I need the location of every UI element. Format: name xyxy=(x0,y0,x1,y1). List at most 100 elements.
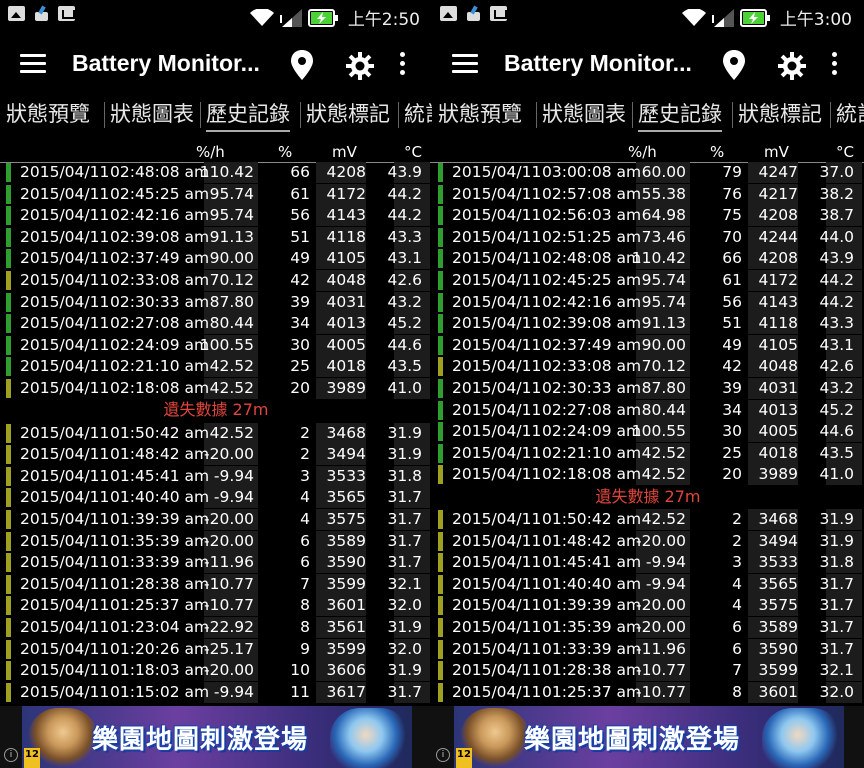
table-row[interactable]: 2015/04/11 03:00:08 am 60.00 79 4247 37.0 xyxy=(432,162,864,183)
table-row[interactable]: 2015/04/11 02:33:08 am 70.12 42 4048 42.6 xyxy=(432,356,864,378)
table-row[interactable]: 2015/04/11 01:40:40 am -9.94 4 3565 31.7 xyxy=(432,573,864,595)
percent-cell: 2 xyxy=(732,531,742,550)
tab-item[interactable]: 狀態標記 xyxy=(306,98,390,130)
table-row[interactable]: 2015/04/11 01:48:42 am -20.00 2 3494 31.9 xyxy=(432,530,864,552)
table-row[interactable]: 2015/04/11 02:37:49 am 90.00 49 4105 43.1 xyxy=(0,248,432,270)
table-row[interactable]: 2015/04/11 01:25:37 am -10.77 8 3601 32.0 xyxy=(432,681,864,703)
table-row[interactable]: 2015/04/11 02:24:09 am 100.55 30 4005 44.6 xyxy=(0,334,432,356)
table-row[interactable]: 2015/04/11 02:45:25 am 95.74 61 4172 44.2 xyxy=(432,270,864,291)
tab-item[interactable]: 狀態標記 xyxy=(738,98,822,130)
table-row[interactable]: 2015/04/11 01:50:42 am 42.52 2 3468 31.9 xyxy=(432,509,864,530)
rate-cell: -20.00 xyxy=(636,531,686,550)
table-row[interactable]: 2015/04/11 01:40:40 am -9.94 4 3565 31.7 xyxy=(0,487,432,509)
table-row[interactable]: 2015/04/11 02:42:16 am 95.74 56 4143 44.2 xyxy=(0,205,432,227)
table-row[interactable]: 2015/04/11 02:57:08 am 55.38 76 4217 38.2 xyxy=(432,183,864,205)
rate-cell: 70.12 xyxy=(641,357,686,376)
table-row[interactable]: 2015/04/11 02:56:03 am 64.98 75 4208 38.7 xyxy=(432,205,864,227)
table-row[interactable]: 2015/04/11 02:27:08 am 80.44 34 4013 45.2 xyxy=(432,399,864,421)
date-cell: 2015/04/11 xyxy=(452,271,542,289)
temperature-cell: 38.7 xyxy=(819,206,854,225)
tab-item[interactable]: 歷史記錄 xyxy=(638,98,722,132)
table-row[interactable]: 2015/04/11 01:33:39 am -11.96 6 3590 31.7 xyxy=(432,638,864,660)
table-row[interactable]: 2015/04/11 02:39:08 am 91.13 51 4118 43.3 xyxy=(432,313,864,335)
ad-banner[interactable]: 樂園地圖刺激登場 i 12 xyxy=(432,706,864,768)
table-row[interactable]: 2015/04/11 01:50:42 am 42.52 2 3468 31.9 xyxy=(0,422,432,444)
table-row[interactable]: 2015/04/11 02:21:10 am 42.52 25 4018 43.5 xyxy=(432,442,864,464)
menu-icon[interactable] xyxy=(20,54,46,74)
tab-item[interactable]: 狀態圖表 xyxy=(110,98,194,130)
table-row[interactable]: 2015/04/11 01:45:41 am -9.94 3 3533 31.8 xyxy=(432,552,864,574)
table-row[interactable]: 2015/04/11 02:39:08 am 91.13 51 4118 43.3 xyxy=(0,226,432,248)
time-cell: 02:56:03 am xyxy=(542,206,642,225)
date-cell: 2015/04/11 xyxy=(20,639,110,658)
table-row[interactable]: 2015/04/11 02:24:09 am 100.55 30 4005 44.6 xyxy=(432,421,864,443)
date-cell: 2015/04/11 xyxy=(20,314,110,333)
table-row[interactable]: 2015/04/11 02:30:33 am 87.80 39 4031 43.2 xyxy=(432,378,864,399)
tab-item[interactable]: 狀態預覽 xyxy=(438,98,522,130)
percent-cell: 2 xyxy=(732,510,742,528)
percent-cell: 56 xyxy=(722,292,742,311)
table-row[interactable]: 2015/04/11 01:23:04 am -22.92 8 3561 31.9 xyxy=(0,617,432,638)
table-row[interactable]: 2015/04/11 01:28:38 am -10.77 7 3599 32.1 xyxy=(0,573,432,595)
date-cell: 2015/04/11 xyxy=(20,510,110,528)
table-row[interactable]: 2015/04/11 01:25:37 am -10.77 8 3601 32.0 xyxy=(0,595,432,617)
rate-cell: 42.52 xyxy=(209,423,254,442)
table-row[interactable]: 2015/04/11 02:42:16 am 95.74 56 4143 44.2 xyxy=(432,291,864,313)
voltage-cell: 4048 xyxy=(326,271,366,289)
table-row[interactable]: 2015/04/11 02:48:08 am 110.42 66 4208 43.9 xyxy=(432,248,864,270)
location-pin-icon[interactable] xyxy=(291,50,313,80)
table-row[interactable]: 2015/04/11 02:30:33 am 87.80 39 4031 43.2 xyxy=(0,291,432,313)
table-row[interactable]: 2015/04/11 01:33:39 am -11.96 6 3590 31.7 xyxy=(0,552,432,574)
tab-item[interactable]: 歷史記錄 xyxy=(206,98,290,132)
table-row[interactable]: 2015/04/11 02:33:08 am 70.12 42 4048 42.6 xyxy=(0,270,432,291)
level-bar xyxy=(6,379,11,398)
table-row[interactable]: 2015/04/11 02:51:25 am 73.46 70 4244 44.0 xyxy=(432,226,864,248)
table-row[interactable]: 2015/04/11 01:39:39 am -20.00 4 3575 31.7 xyxy=(0,509,432,530)
overflow-menu-icon[interactable] xyxy=(832,52,838,78)
gallery-notification-icon xyxy=(440,6,457,21)
voltage-cell: 3590 xyxy=(326,553,366,572)
rate-cell: 90.00 xyxy=(209,249,254,268)
table-row[interactable]: 2015/04/11 01:45:41 am -9.94 3 3533 31.8 xyxy=(0,465,432,487)
ad-info-icon[interactable]: i xyxy=(436,748,450,762)
table-row[interactable]: 2015/04/11 02:18:08 am 42.52 20 3989 41.0 xyxy=(0,378,432,399)
status-time: 上午2:50 xyxy=(347,10,420,30)
tab-item[interactable]: 狀態預覽 xyxy=(6,98,90,130)
percent-cell: 25 xyxy=(722,443,742,462)
table-row[interactable]: 2015/04/11 02:21:10 am 42.52 25 4018 43.5 xyxy=(0,356,432,378)
time-cell: 01:50:42 am xyxy=(110,423,210,442)
table-row[interactable]: 2015/04/11 01:35:39 am -20.00 6 3589 31.7 xyxy=(432,617,864,638)
tab-item[interactable]: 統計 xyxy=(836,98,864,130)
table-row[interactable]: 2015/04/11 02:48:08 am 110.42 66 4208 43.9 xyxy=(0,162,432,183)
temperature-cell: 31.9 xyxy=(387,445,422,464)
table-row[interactable]: 2015/04/11 01:15:02 am -9.94 11 3617 31.7 xyxy=(0,681,432,703)
level-bar xyxy=(438,574,443,594)
location-pin-icon[interactable] xyxy=(723,50,745,80)
time-cell: 01:15:02 am xyxy=(110,682,210,701)
tab-item[interactable]: 狀態圖表 xyxy=(542,98,626,130)
time-cell: 02:48:08 am xyxy=(542,249,642,268)
table-row[interactable]: 2015/04/11 02:37:49 am 90.00 49 4105 43.1 xyxy=(432,334,864,356)
settings-gear-icon[interactable] xyxy=(346,52,374,80)
tab-item[interactable]: 統計 xyxy=(404,98,432,130)
menu-icon[interactable] xyxy=(452,54,478,74)
voltage-cell: 4208 xyxy=(758,206,798,225)
rate-cell: -22.92 xyxy=(204,618,254,636)
table-row[interactable]: 2015/04/11 01:48:42 am -20.00 2 3494 31.9 xyxy=(0,444,432,466)
level-bar xyxy=(6,553,11,573)
table-row[interactable]: 2015/04/11 01:18:03 am -20.00 10 3606 31.9 xyxy=(0,660,432,682)
cleaner-notification-icon xyxy=(33,6,50,21)
table-row[interactable]: 2015/04/11 02:27:08 am 80.44 34 4013 45.2 xyxy=(0,313,432,335)
ad-info-icon[interactable]: i xyxy=(4,748,18,762)
table-row[interactable]: 2015/04/11 01:28:38 am -10.77 7 3599 32.1 xyxy=(432,660,864,682)
rate-cell: -20.00 xyxy=(204,510,254,528)
table-row[interactable]: 2015/04/11 02:18:08 am 42.52 20 3989 41.0 xyxy=(432,464,864,486)
percent-cell: 75 xyxy=(722,206,742,225)
settings-gear-icon[interactable] xyxy=(778,52,806,80)
table-row[interactable]: 2015/04/11 01:39:39 am -20.00 4 3575 31.7 xyxy=(432,595,864,617)
table-row[interactable]: 2015/04/11 02:45:25 am 95.74 61 4172 44.2 xyxy=(0,183,432,205)
ad-banner[interactable]: 樂園地圖刺激登場 i 12 xyxy=(0,706,432,768)
table-row[interactable]: 2015/04/11 01:20:26 am -25.17 9 3599 32.0 xyxy=(0,638,432,660)
table-row[interactable]: 2015/04/11 01:35:39 am -20.00 6 3589 31.7 xyxy=(0,530,432,552)
overflow-menu-icon[interactable] xyxy=(400,52,406,78)
